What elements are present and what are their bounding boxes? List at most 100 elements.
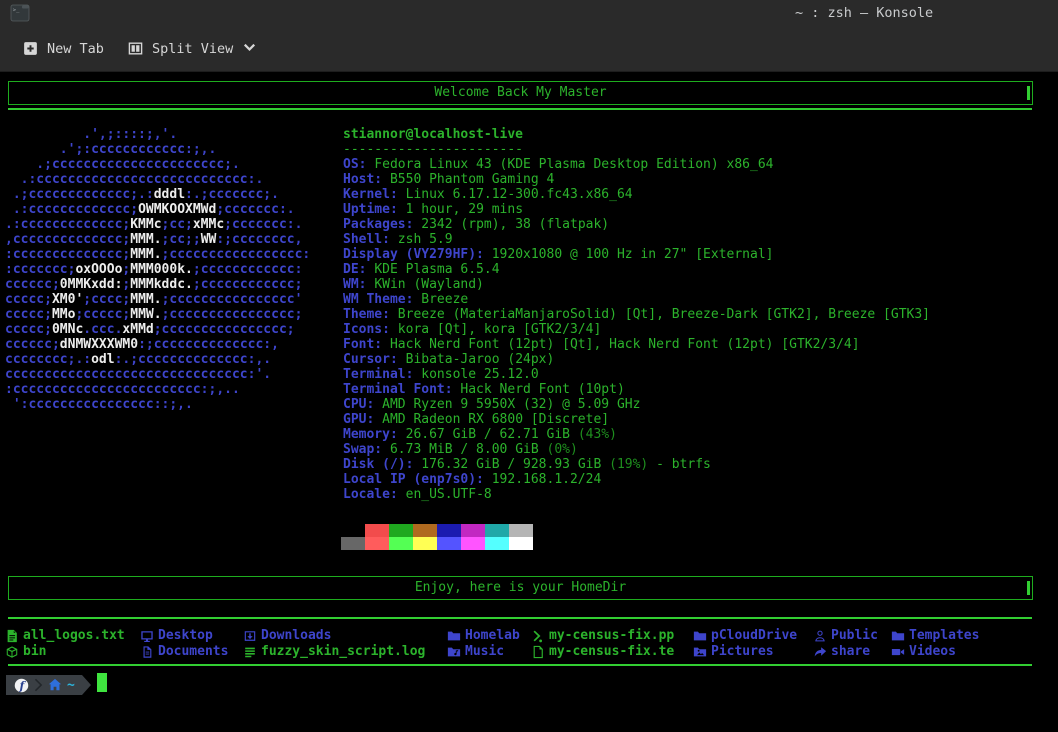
ascii-art-line: .',;::::;,'. (5, 127, 310, 142)
fetch-label: CPU: (343, 397, 374, 412)
palette-swatch (389, 537, 413, 550)
ascii-art-line: ccccc;MMo;ccccc;MMW.;cccccccccccccccc; (5, 307, 310, 322)
new-tab-button[interactable]: New Tab (22, 26, 104, 71)
split-view-button[interactable]: Split View (127, 26, 258, 71)
fetch-value: (0%) (547, 442, 578, 457)
fetch-label: Shell: (343, 232, 390, 247)
fetch-label: WM Theme: (343, 292, 413, 307)
prompt-os-segment: f (6, 675, 34, 695)
homedir-banner: Enjoy, here is your HomeDir (8, 576, 1033, 600)
fetch-label: Theme: (343, 307, 390, 322)
toolbar: New Tab Split View (0, 26, 1058, 72)
box-icon (5, 645, 19, 659)
split-view-chevron-down-icon (241, 40, 258, 57)
ascii-art-line: .:ccccccccccccc;OWMKOOXMWd;ccccccc:. (5, 202, 310, 217)
fetch-line: Shell: zsh 5.9 (343, 232, 930, 247)
fetch-label: Swap: (343, 442, 382, 457)
welcome-banner: Welcome Back My Master (8, 81, 1033, 105)
fetch-separator: ----------------------- (343, 142, 930, 157)
fetch-value: Linux 6.17.12-300.fc43.x86_64 (406, 187, 633, 202)
file-item: bin (5, 644, 125, 660)
ascii-art-line: ccccccccccccccccccccccccccccccc:'. (5, 367, 310, 382)
fetch-value: 2342 (rpm), 38 (flatpak) (421, 217, 609, 232)
file-column: TemplatesVideos (891, 628, 979, 660)
fetch-line: Terminal Font: Hack Nerd Font (10pt) (343, 382, 930, 397)
monitor-icon (140, 629, 154, 643)
fetch-value: 192.168.1.2/24 (492, 472, 602, 487)
shell-prompt: f ~ (6, 675, 91, 695)
fetch-label: Icons: (343, 322, 390, 337)
ascii-art-line: .:ccccccccccccc;KMMc;cc;xMMc;ccccccc:. (5, 217, 310, 232)
fedora-logo-icon: f (14, 678, 29, 693)
fetch-value: Hack Nerd Font (10pt) (460, 382, 624, 397)
ascii-art-line: ':cccccccccccccccc::;,. (5, 397, 310, 412)
palette-swatch (485, 524, 509, 537)
fetch-line: Kernel: Linux 6.17.12-300.fc43.x86_64 (343, 187, 930, 202)
window-title: ~ : zsh — Konsole (795, 0, 933, 26)
fetch-label: Local IP (enp7s0): (343, 472, 484, 487)
fetch-label: Disk (/): (343, 457, 413, 472)
video-icon (891, 645, 905, 659)
ascii-art-line: .';:cccccccccccc:;,. (5, 142, 310, 157)
palette-swatch (461, 524, 485, 537)
ascii-art-line: :ccccccc;oxOOOo;MMM000k.;cccccccccccc: (5, 262, 310, 277)
ascii-art-line: .;ccccccccccccc;.:dddl:.;ccccccc;. (5, 187, 310, 202)
prompt-path: ~ (67, 678, 75, 693)
file-name: Templates (909, 628, 979, 644)
fetch-title: stiannor@localhost-live (343, 127, 930, 142)
file-item: Homelab (447, 628, 520, 644)
palette-swatch (461, 537, 485, 550)
fetch-value: 1 hour, 29 mins (406, 202, 523, 217)
split-view-label: Split View (152, 41, 233, 57)
file-column: DesktopDocuments (140, 628, 228, 660)
file-name: Homelab (465, 628, 520, 644)
file-item: my-census-fix.pp (531, 628, 674, 644)
banner-border-dash (1027, 581, 1030, 595)
fetch-value: KWin (Wayland) (374, 277, 484, 292)
file-name: Desktop (158, 628, 213, 644)
prompt-arrow (82, 675, 91, 695)
file-item: pCloudDrive (693, 628, 797, 644)
file-name: my-census-fix.pp (549, 628, 674, 644)
fetch-label: Host: (343, 172, 382, 187)
fetch-line: Terminal: konsole 25.12.0 (343, 367, 930, 382)
fetch-label: Memory: (343, 427, 398, 442)
palette-swatch (485, 537, 509, 550)
palette-swatch (509, 524, 533, 537)
horizontal-rule (8, 108, 1032, 110)
fetch-line: GPU: AMD Radeon RX 6800 [Discrete] (343, 412, 930, 427)
terminal-screen[interactable]: Welcome Back My Master .',;::::;,'. .';:… (0, 72, 1058, 732)
titlebar[interactable]: >_ ~ : zsh — Konsole (0, 0, 1058, 26)
fetch-line: CPU: AMD Ryzen 9 5950X (32) @ 5.09 GHz (343, 397, 930, 412)
image-folder-icon (693, 645, 707, 659)
fetch-value: kora [Qt], kora [GTK2/3/4] (398, 322, 602, 337)
fetch-line: DE: KDE Plasma 6.5.4 (343, 262, 930, 277)
file-name: Public (831, 628, 878, 644)
folder-icon (447, 629, 461, 643)
file-item: share (813, 644, 878, 660)
file-column: all_logos.txtbin (5, 628, 125, 660)
file-name: pCloudDrive (711, 628, 797, 644)
fetch-value: Hack Nerd Font (12pt) [Qt], Hack Nerd Fo… (390, 337, 860, 352)
palette-swatch (341, 524, 365, 537)
fetch-value: 6.73 MiB / 8.00 GiB (390, 442, 547, 457)
fetch-line: Display (VY279HF): 1920x1080 @ 100 Hz in… (343, 247, 930, 262)
prompt-dir-segment: ~ (43, 675, 82, 695)
file-name: Pictures (711, 644, 774, 660)
fetch-label: OS: (343, 157, 366, 172)
fetch-value: B550 Phantom Gaming 4 (390, 172, 554, 187)
download-icon (243, 629, 257, 643)
fetch-value: Breeze (MateriaManjaroSolid) [Qt], Breez… (398, 307, 930, 322)
file-name: bin (23, 644, 46, 660)
fetch-label: Kernel: (343, 187, 398, 202)
fetch-line: Packages: 2342 (rpm), 38 (flatpak) (343, 217, 930, 232)
file-item: all_logos.txt (5, 628, 125, 644)
fetch-label: WM: (343, 277, 366, 292)
fetch-output: stiannor@localhost-live-----------------… (343, 127, 930, 502)
file-name: Videos (909, 644, 956, 660)
home-icon (48, 678, 62, 692)
file-name: my-census-fix.te (549, 644, 674, 660)
file-item: Videos (891, 644, 979, 660)
color-palette (341, 524, 533, 550)
file-item: Desktop (140, 628, 228, 644)
